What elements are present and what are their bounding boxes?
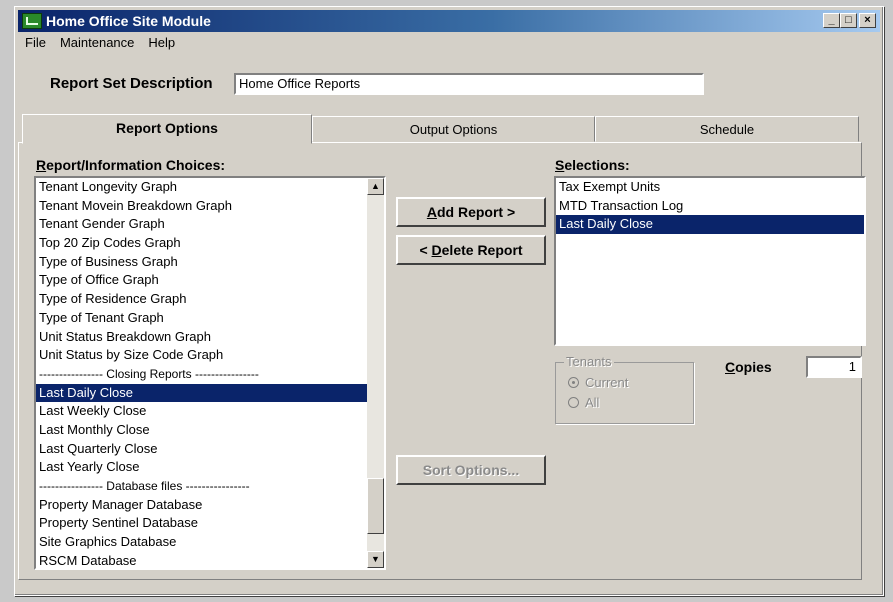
report-set-description-input[interactable]: Home Office Reports: [234, 73, 704, 95]
list-item[interactable]: Tenant Longevity Graph: [36, 178, 384, 197]
selections-list[interactable]: Tax Exempt Units MTD Transaction Log Las…: [554, 176, 866, 346]
tab-output-options[interactable]: Output Options: [312, 116, 595, 142]
app-icon: [22, 13, 42, 29]
tenants-all-label: All: [585, 395, 600, 410]
list-item[interactable]: Tenant Gender Graph: [36, 215, 384, 234]
add-report-label: dd Report >: [436, 204, 516, 220]
list-item[interactable]: Last Monthly Close: [36, 421, 384, 440]
report-choices-items: Tenant Longevity Graph Tenant Movein Bre…: [36, 178, 384, 568]
menu-help[interactable]: Help: [146, 35, 177, 53]
report-set-description-label: Report Set Description: [50, 75, 213, 92]
window-controls: _ □ ×: [823, 13, 876, 28]
scroll-thumb[interactable]: [367, 478, 384, 534]
delete-report-prefix: <: [419, 242, 432, 258]
copies-label: Copies: [725, 359, 772, 375]
title-bar[interactable]: Home Office Site Module _ □ ×: [18, 10, 880, 32]
tab-schedule[interactable]: Schedule: [595, 116, 859, 142]
scroll-down-icon[interactable]: ▼: [367, 551, 384, 568]
list-item[interactable]: Type of Office Graph: [36, 271, 384, 290]
delete-report-label: elete Report: [441, 242, 523, 258]
list-item-selected[interactable]: Last Daily Close: [556, 215, 864, 235]
list-item[interactable]: Unit Status by Size Code Graph: [36, 346, 384, 365]
report-choices-list[interactable]: Tenant Longevity Graph Tenant Movein Bre…: [34, 176, 386, 570]
list-item-selected[interactable]: Last Daily Close: [36, 383, 384, 403]
menu-file[interactable]: File: [23, 35, 48, 53]
radio-checked-icon[interactable]: [568, 377, 579, 388]
maximize-button[interactable]: □: [840, 13, 857, 28]
delete-report-mnemonic: D: [431, 242, 442, 258]
choices-label: Report/Information Choices:: [36, 157, 225, 173]
list-item[interactable]: Tax Exempt Units: [556, 178, 864, 197]
list-item[interactable]: RSCM Database: [36, 552, 384, 568]
list-item[interactable]: MTD Transaction Log: [556, 197, 864, 216]
add-report-button[interactable]: Add Report >: [396, 197, 546, 227]
choices-label-mnemonic: R: [36, 157, 47, 173]
copies-label-mnemonic: C: [725, 359, 736, 375]
list-item[interactable]: Property Manager Database: [36, 496, 384, 515]
list-item[interactable]: Last Quarterly Close: [36, 440, 384, 459]
tenants-title: Tenants: [564, 354, 614, 369]
tenants-current-label: Current: [585, 375, 629, 390]
list-separator: ---------------- Database files --------…: [39, 479, 250, 493]
list-item[interactable]: Last Weekly Close: [36, 402, 384, 421]
tenants-all-option[interactable]: All: [568, 395, 599, 410]
list-item[interactable]: Tenant Movein Breakdown Graph: [36, 197, 384, 216]
selections-label-mnemonic: S: [555, 157, 565, 173]
list-item[interactable]: Unit Status Breakdown Graph: [36, 328, 384, 347]
tenants-current-option[interactable]: Current: [568, 375, 628, 390]
list-item[interactable]: Type of Tenant Graph: [36, 309, 384, 328]
tab-report-options[interactable]: Report Options: [22, 114, 312, 144]
copies-label-text: opies: [735, 359, 772, 375]
list-item[interactable]: Last Yearly Close: [36, 458, 384, 477]
copies-input[interactable]: 1: [806, 356, 862, 378]
minimize-button[interactable]: _: [823, 13, 840, 28]
list-item[interactable]: Property Sentinel Database: [36, 514, 384, 533]
window-title: Home Office Site Module: [46, 13, 211, 29]
list-item[interactable]: Top 20 Zip Codes Graph: [36, 234, 384, 253]
scroll-up-icon[interactable]: ▲: [367, 178, 384, 195]
menu-maintenance[interactable]: Maintenance: [58, 35, 136, 53]
close-button[interactable]: ×: [859, 13, 876, 28]
tenants-groupbox: Tenants Current All: [555, 354, 694, 424]
choices-scrollbar[interactable]: ▲ ▼: [367, 178, 384, 568]
selections-label: Selections:: [555, 157, 630, 173]
choices-label-text: eport/Information Choices:: [46, 157, 226, 173]
sort-options-button[interactable]: Sort Options...: [396, 455, 546, 485]
delete-report-button[interactable]: < Delete Report: [396, 235, 546, 265]
selections-label-text: elections:: [564, 157, 630, 173]
list-item[interactable]: Type of Residence Graph: [36, 290, 384, 309]
add-report-mnemonic: A: [426, 204, 437, 220]
list-separator: ---------------- Closing Reports -------…: [39, 366, 259, 381]
list-item[interactable]: Site Graphics Database: [36, 533, 384, 552]
list-item[interactable]: Type of Business Graph: [36, 253, 384, 272]
menu-bar: File Maintenance Help: [19, 35, 177, 53]
radio-unchecked-icon[interactable]: [568, 397, 579, 408]
